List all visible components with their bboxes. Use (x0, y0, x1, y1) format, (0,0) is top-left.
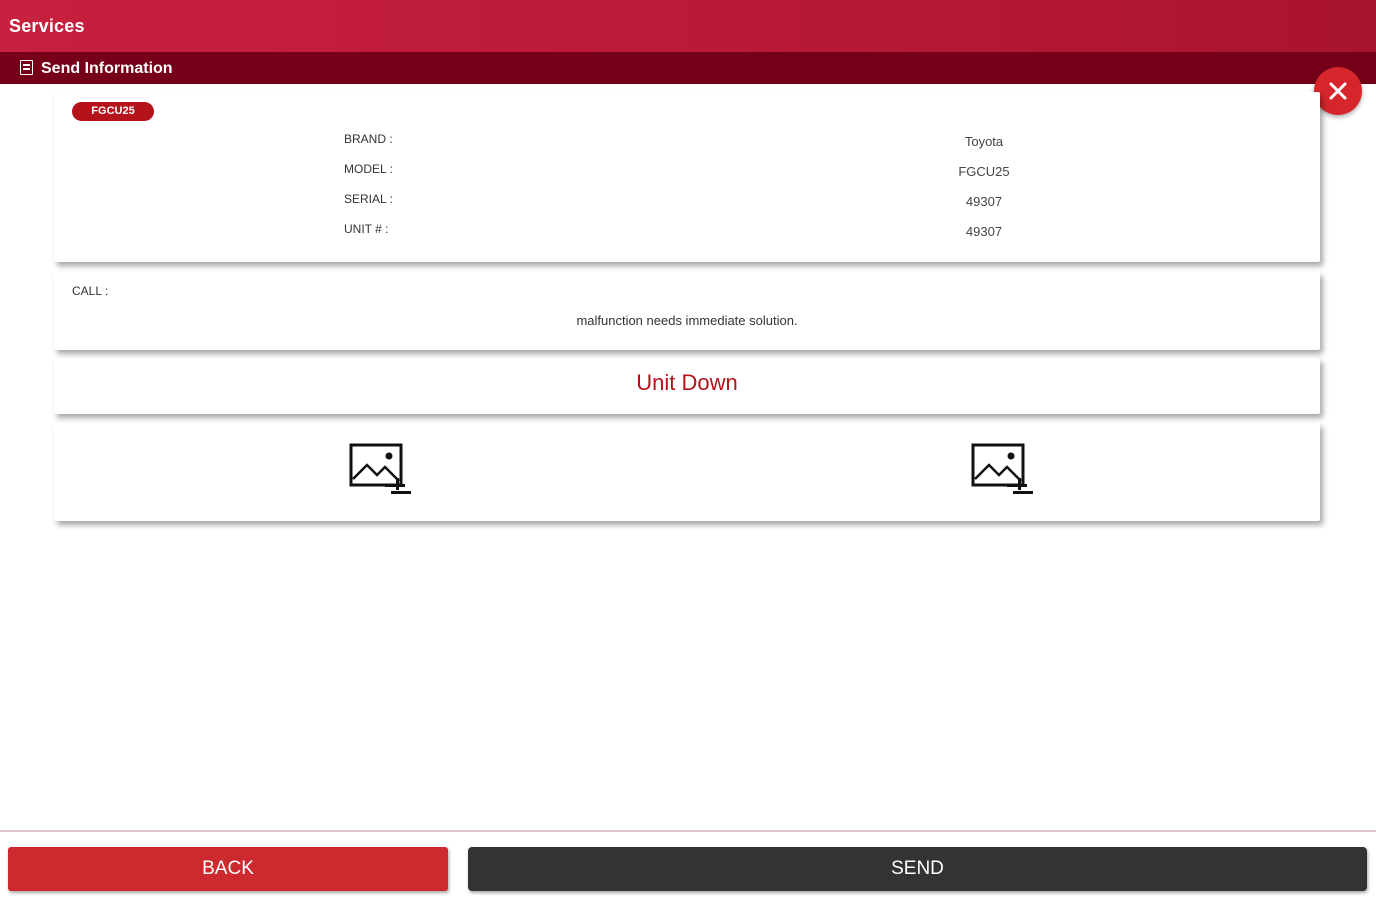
model-label: MODEL : (344, 162, 393, 176)
unit-number-label: UNIT # : (344, 222, 389, 236)
app-header: Services (0, 0, 1376, 52)
unit-status: Unit Down (636, 370, 738, 395)
section-title: Send Information (41, 60, 173, 77)
document-icon (20, 60, 33, 75)
close-button[interactable] (1314, 67, 1362, 115)
model-badge: FGCU25 (72, 102, 154, 121)
brand-value: Toyota (964, 134, 1004, 149)
brand-label: BRAND : (344, 132, 393, 146)
call-label: CALL : (72, 284, 109, 298)
serial-value: 49307 (965, 194, 1003, 209)
serial-label: SERIAL : (344, 192, 393, 206)
send-button[interactable]: SEND (468, 847, 1367, 891)
back-button[interactable]: BACK (8, 847, 448, 891)
unit-info-card: FGCU25 BRAND : Toyota MODEL : FGCU25 SER… (54, 92, 1320, 262)
app-title: Services (9, 16, 85, 36)
unit-number-value: 49307 (965, 224, 1003, 239)
footer-divider (0, 830, 1376, 832)
add-image-icon[interactable] (349, 443, 411, 499)
add-image-icon[interactable] (971, 443, 1033, 499)
close-icon (1329, 82, 1347, 100)
call-description: malfunction needs immediate solution. (576, 313, 798, 328)
photos-card (54, 423, 1320, 521)
status-card: Unit Down (54, 358, 1320, 414)
section-header: Send Information (0, 52, 1376, 84)
call-card: CALL : malfunction needs immediate solut… (54, 272, 1320, 350)
model-value: FGCU25 (958, 164, 1010, 179)
